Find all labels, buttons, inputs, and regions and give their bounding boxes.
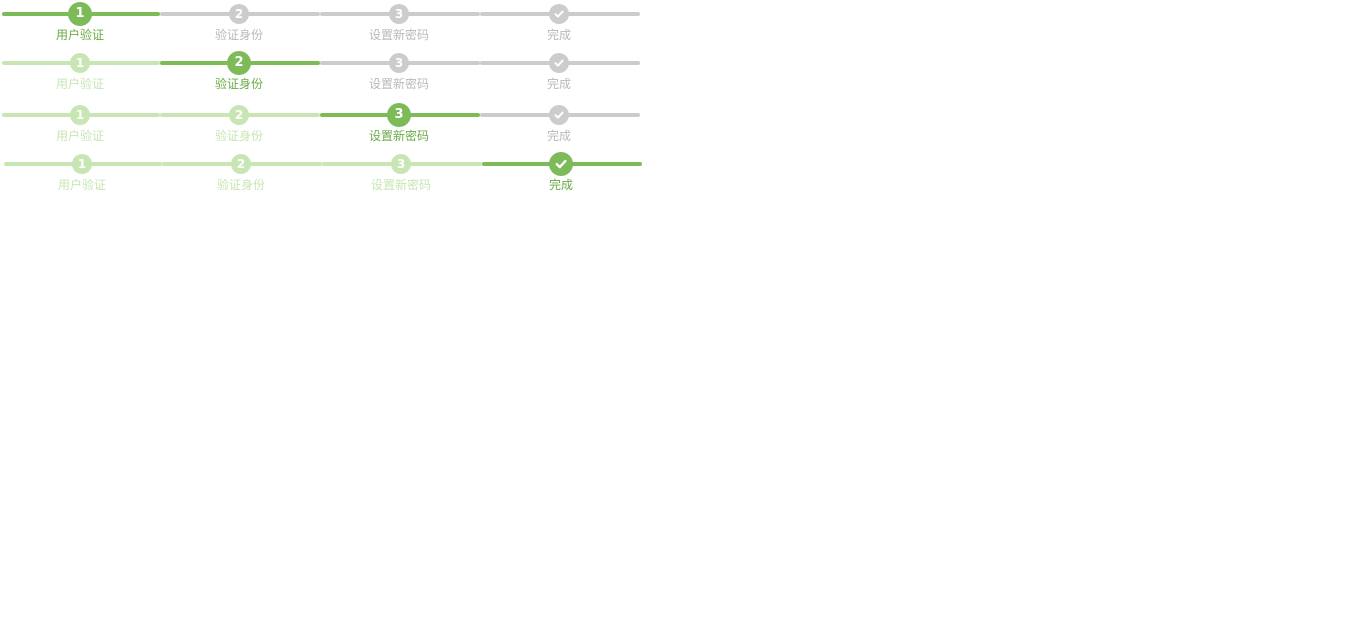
step-node-1: 1: [72, 154, 92, 174]
step-node-1: 1: [70, 105, 90, 125]
step-label-1: 用户验证: [55, 129, 104, 143]
stepper-2: 1 用户验证 2 验证身份 3 设置新密码 完成: [0, 49, 642, 91]
check-icon: [549, 9, 569, 19]
step-label-3: 设置新密码: [370, 178, 431, 192]
step-label-4: 完成: [548, 178, 573, 192]
step-label-2: 验证身份: [214, 77, 263, 91]
step-node-3: 3: [389, 53, 409, 73]
step-node-2: 2: [231, 154, 251, 174]
step-node-1: 1: [70, 53, 90, 73]
step-node-3: 3: [389, 4, 409, 24]
step-node-4: [549, 105, 569, 125]
step-node-4: [549, 4, 569, 24]
check-icon: [549, 110, 569, 120]
step-label-3: 设置新密码: [368, 77, 429, 91]
step-label-1: 用户验证: [55, 28, 104, 42]
step-label-2: 验证身份: [214, 129, 263, 143]
step-label-1: 用户验证: [55, 77, 104, 91]
step-node-3: 3: [391, 154, 411, 174]
stepper-4: 1 用户验证 2 验证身份 3 设置新密码 完成: [0, 150, 642, 192]
stepper-1: 1 用户验证 2 验证身份 3 设置新密码 完成: [0, 0, 642, 42]
step-label-4: 完成: [546, 77, 571, 91]
check-icon: [549, 158, 573, 170]
step-node-1: 1: [68, 2, 92, 26]
check-icon: [549, 58, 569, 68]
step-label-4: 完成: [546, 28, 571, 42]
step-node-2: 2: [229, 4, 249, 24]
step-label-4: 完成: [546, 129, 571, 143]
step-node-3: 3: [387, 103, 411, 127]
step-label-3: 设置新密码: [368, 129, 429, 143]
stepper-3: 1 用户验证 2 验证身份 3 设置新密码 完成: [0, 101, 642, 143]
step-node-4: [549, 53, 569, 73]
step-node-4: [549, 152, 573, 176]
step-label-1: 用户验证: [57, 178, 106, 192]
step-label-2: 验证身份: [216, 178, 265, 192]
step-label-2: 验证身份: [214, 28, 263, 42]
step-label-3: 设置新密码: [368, 28, 429, 42]
step-node-2: 2: [229, 105, 249, 125]
step-node-2: 2: [227, 51, 251, 75]
